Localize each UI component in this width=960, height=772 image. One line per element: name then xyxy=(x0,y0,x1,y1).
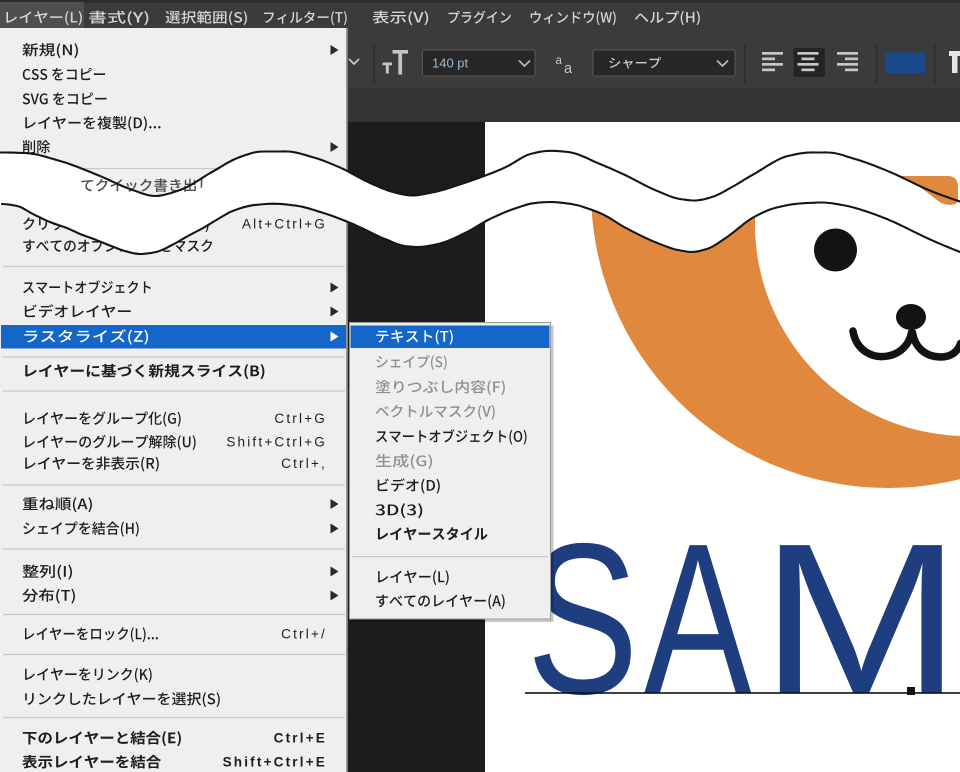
svg-text:M: M xyxy=(760,499,960,739)
svg-text:Ctrl+,: Ctrl+, xyxy=(281,456,327,471)
svg-text:Ctrl+/: Ctrl+/ xyxy=(281,627,327,642)
svg-text:140 pt: 140 pt xyxy=(432,56,469,71)
svg-text:A: A xyxy=(644,500,752,740)
svg-text:Ctrl+G: Ctrl+G xyxy=(274,411,327,426)
svg-text:Shift+Ctrl+G: Shift+Ctrl+G xyxy=(226,435,327,450)
svg-text:Alt+Ctrl+G: Alt+Ctrl+G xyxy=(242,217,327,232)
svg-text:a: a xyxy=(564,61,573,77)
svg-text:a: a xyxy=(556,55,563,67)
svg-text:Shift+Ctrl+E: Shift+Ctrl+E xyxy=(223,755,327,770)
svg-text:Ctrl+E: Ctrl+E xyxy=(274,731,327,746)
